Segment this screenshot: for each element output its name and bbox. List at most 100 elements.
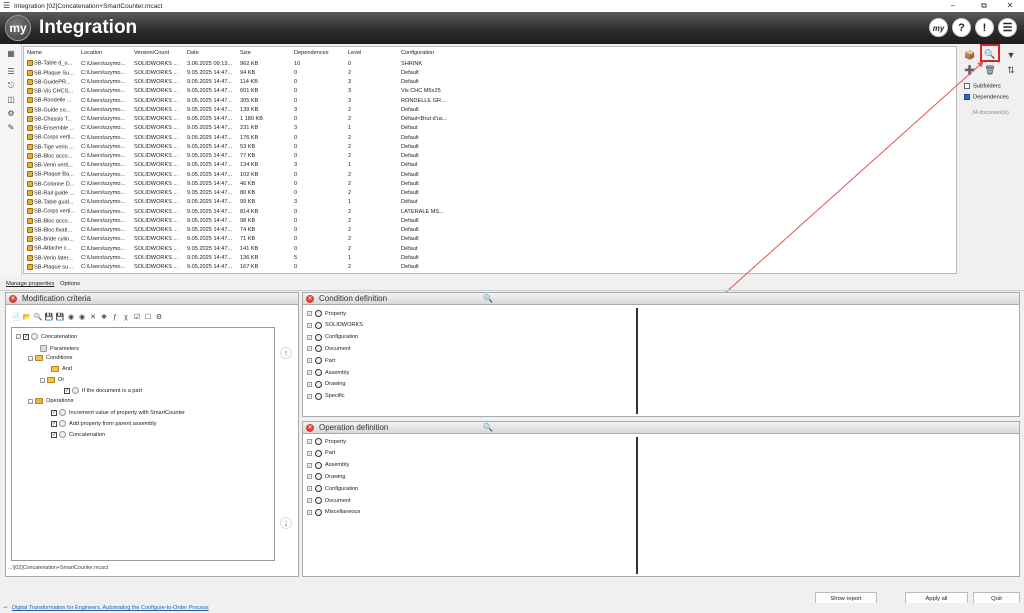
operation-def-item[interactable]: + Miscellaneous <box>307 508 360 516</box>
tree-node-or[interactable]: – Or <box>40 377 64 383</box>
footer-link[interactable]: Digital Transformation for Engineers, Au… <box>12 605 209 611</box>
table-row[interactable]: SB-Ensemble ... C:\Users\szymo... SOLIDWOR… <box>24 124 488 133</box>
open-icon[interactable]: 📂 <box>22 313 32 323</box>
expand-icon[interactable]: + <box>307 474 312 480</box>
table-row[interactable]: SB-Colonne D... C:\Users\szymo... SOLIDWOR… <box>24 179 488 188</box>
tree-node-operations[interactable]: – Operations <box>28 398 73 404</box>
table-row[interactable]: SB-Verin verti... C:\Users\szymo... SOLIDW… <box>24 161 488 170</box>
tab-options[interactable]: Options <box>60 281 80 287</box>
search-icon[interactable]: 🔍 <box>33 313 43 323</box>
dependences-checkbox[interactable] <box>964 94 970 100</box>
search-icon[interactable]: 🔍 <box>483 294 493 303</box>
link-icon[interactable]: ❖ <box>99 313 109 323</box>
criteria-tree[interactable]: – ✓ Concatenation Parameters – Conditions A… <box>11 327 275 561</box>
close-panel-icon[interactable]: ✕ <box>9 295 17 303</box>
tree-node-condition-part[interactable]: ✓ If the document is a part <box>64 387 142 394</box>
table-row[interactable]: SB-Tige verin ... C:\Users\szymo... SOLIDW… <box>24 142 488 151</box>
column-header[interactable]: Dependences <box>291 47 345 59</box>
table-row[interactable]: SB-Plaque su... C:\Users\szymo... SOLIDWOR… <box>24 263 488 272</box>
circle-a-icon[interactable]: ◉ <box>66 313 76 323</box>
condition-def-item[interactable]: + Property <box>307 310 346 317</box>
tree-node-parameters[interactable]: Parameters <box>40 345 79 352</box>
expand-icon[interactable]: + <box>307 509 312 515</box>
filter-icon[interactable]: ▼ <box>1004 48 1018 62</box>
table-row[interactable]: SB-GuidePR... C:\Users\szymo... SOLIDWORKS… <box>24 78 488 87</box>
maximize-button[interactable]: ⧉ <box>970 0 998 12</box>
table-row[interactable]: SB-Plaque Ba... C:\Users\szymo... SOLIDWOR… <box>24 170 488 179</box>
table-row[interactable]: SB-Corps verti... C:\Users\szymo... SOLIDW… <box>24 133 488 142</box>
column-header[interactable]: Size <box>237 47 291 59</box>
check-all-icon[interactable]: ☑ <box>132 313 142 323</box>
table-row[interactable]: SB-Guide co... C:\Users\szymo... SOLIDWORK… <box>24 105 488 114</box>
column-header[interactable]: Name <box>24 47 78 59</box>
move-down-button[interactable]: ↓ <box>280 517 292 529</box>
condition-def-item[interactable]: + Document <box>307 345 351 353</box>
operation-def-item[interactable]: + Assembly <box>307 461 349 469</box>
close-panel-icon[interactable]: ✕ <box>306 295 314 303</box>
expand-icon[interactable]: + <box>307 334 312 340</box>
tree-node-concatenation[interactable]: – ✓ Concatenation <box>16 333 77 340</box>
table-row[interactable]: SB-Rail guide ... C:\Users\szymo... SOLIDW… <box>24 189 488 198</box>
documents-grid[interactable]: Name Location Version/Count Date Size Depende… <box>23 46 957 274</box>
dependences-option[interactable]: Dependences <box>964 94 1009 101</box>
column-header[interactable]: Location <box>78 47 131 59</box>
expand-icon[interactable]: + <box>307 322 312 328</box>
table-row[interactable]: SB-Table d_u... C:\Users\szymo... SOLIDWOR… <box>24 59 488 68</box>
close-window-button[interactable]: ✕ <box>996 0 1024 12</box>
table-row[interactable]: SB-Bloc fixati... C:\Users\szymo... SOLIDW… <box>24 226 488 235</box>
info-button[interactable]: ! <box>975 18 994 37</box>
column-header[interactable]: Level <box>345 47 398 59</box>
table-row[interactable]: SB-Table guid... C:\Users\szymo... SOLIDWO… <box>24 198 488 207</box>
column-header[interactable]: Date <box>184 47 237 59</box>
expand-icon[interactable]: + <box>307 439 312 444</box>
condition-splitter[interactable] <box>636 308 638 414</box>
expand-icon[interactable]: + <box>307 346 312 352</box>
table-row[interactable]: SB-Vis CHCS... C:\Users\szymo... SOLIDWORK… <box>24 87 488 96</box>
operation-def-item[interactable]: + Part <box>307 449 335 457</box>
list-view-icon[interactable]: ☰ <box>5 66 17 78</box>
grid-view-icon[interactable]: ▦ <box>5 48 17 60</box>
tree-node-conditions[interactable]: – Conditions <box>28 355 72 361</box>
document-icon[interactable]: ◫ <box>5 94 17 106</box>
circle-b-icon[interactable]: ◉ <box>77 313 87 323</box>
expand-icon[interactable]: + <box>307 358 312 364</box>
operation-def-item[interactable]: + Drawing <box>307 473 346 481</box>
operation-splitter[interactable] <box>636 437 638 574</box>
table-row[interactable]: SB-Corps verti... C:\Users\szymo... SOLIDW… <box>24 207 488 216</box>
text-icon[interactable]: ƒ <box>110 313 120 323</box>
delete-icon[interactable]: ✕ <box>88 313 98 323</box>
tree-node-op-smartcounter[interactable]: ✓ Increment value of property with SmartC… <box>51 409 185 416</box>
close-panel-icon[interactable]: ✕ <box>306 424 314 432</box>
settings-icon[interactable]: ⚙ <box>154 313 164 323</box>
variable-icon[interactable]: χ <box>121 313 131 323</box>
column-header[interactable]: Version/Count <box>131 47 184 59</box>
save-as-icon[interactable]: 💾 <box>55 313 65 323</box>
condition-def-item[interactable]: + Drawing <box>307 380 346 388</box>
table-row[interactable]: SB-Attache c... C:\Users\szymo... SOLIDWOR… <box>24 244 488 253</box>
save-icon[interactable]: 💾 <box>44 313 54 323</box>
gear-icon[interactable]: ⚙ <box>5 108 17 120</box>
tree-node-op-concatenation[interactable]: ✓ Concatenation <box>51 431 105 438</box>
add-file-icon[interactable]: ➕ <box>963 63 977 77</box>
expand-icon[interactable]: + <box>307 486 312 492</box>
table-row[interactable]: SB-Verin later... C:\Users\szymo... SOLIDW… <box>24 253 488 262</box>
table-row[interactable]: SB-Guide lon...C:\Users\szymo... SOLIDWOR… <box>24 272 488 273</box>
tree-node-op-parent-assembly[interactable]: ✓ Add property from parent assembly <box>51 420 156 427</box>
expand-icon[interactable]: + <box>307 450 312 456</box>
expand-icon[interactable]: + <box>307 462 312 468</box>
add-document-icon[interactable]: 📦 <box>963 48 977 62</box>
expand-icon[interactable]: + <box>307 381 312 387</box>
expand-icon[interactable]: + <box>307 370 312 375</box>
condition-def-item[interactable]: + Specific <box>307 392 345 400</box>
column-header[interactable]: Configuration <box>398 47 488 59</box>
condition-def-item[interactable]: + Part <box>307 357 335 365</box>
user-button[interactable]: ☰ <box>998 18 1017 37</box>
help-button[interactable]: ? <box>952 18 971 37</box>
operation-def-item[interactable]: + Document <box>307 497 351 504</box>
table-row[interactable]: SB-Chassis T... C:\Users\szymo... SOLIDWOR… <box>24 115 488 124</box>
operation-def-item[interactable]: + Property <box>307 438 346 445</box>
table-row[interactable]: SB-Bride cylin... C:\Users\szymo... SOLIDW… <box>24 235 488 244</box>
condition-def-item[interactable]: + Configuration <box>307 333 358 341</box>
table-row[interactable]: SB-Rondelle ... C:\Users\szymo... SOLIDWOR… <box>24 96 488 105</box>
my-button[interactable]: my <box>929 18 948 37</box>
